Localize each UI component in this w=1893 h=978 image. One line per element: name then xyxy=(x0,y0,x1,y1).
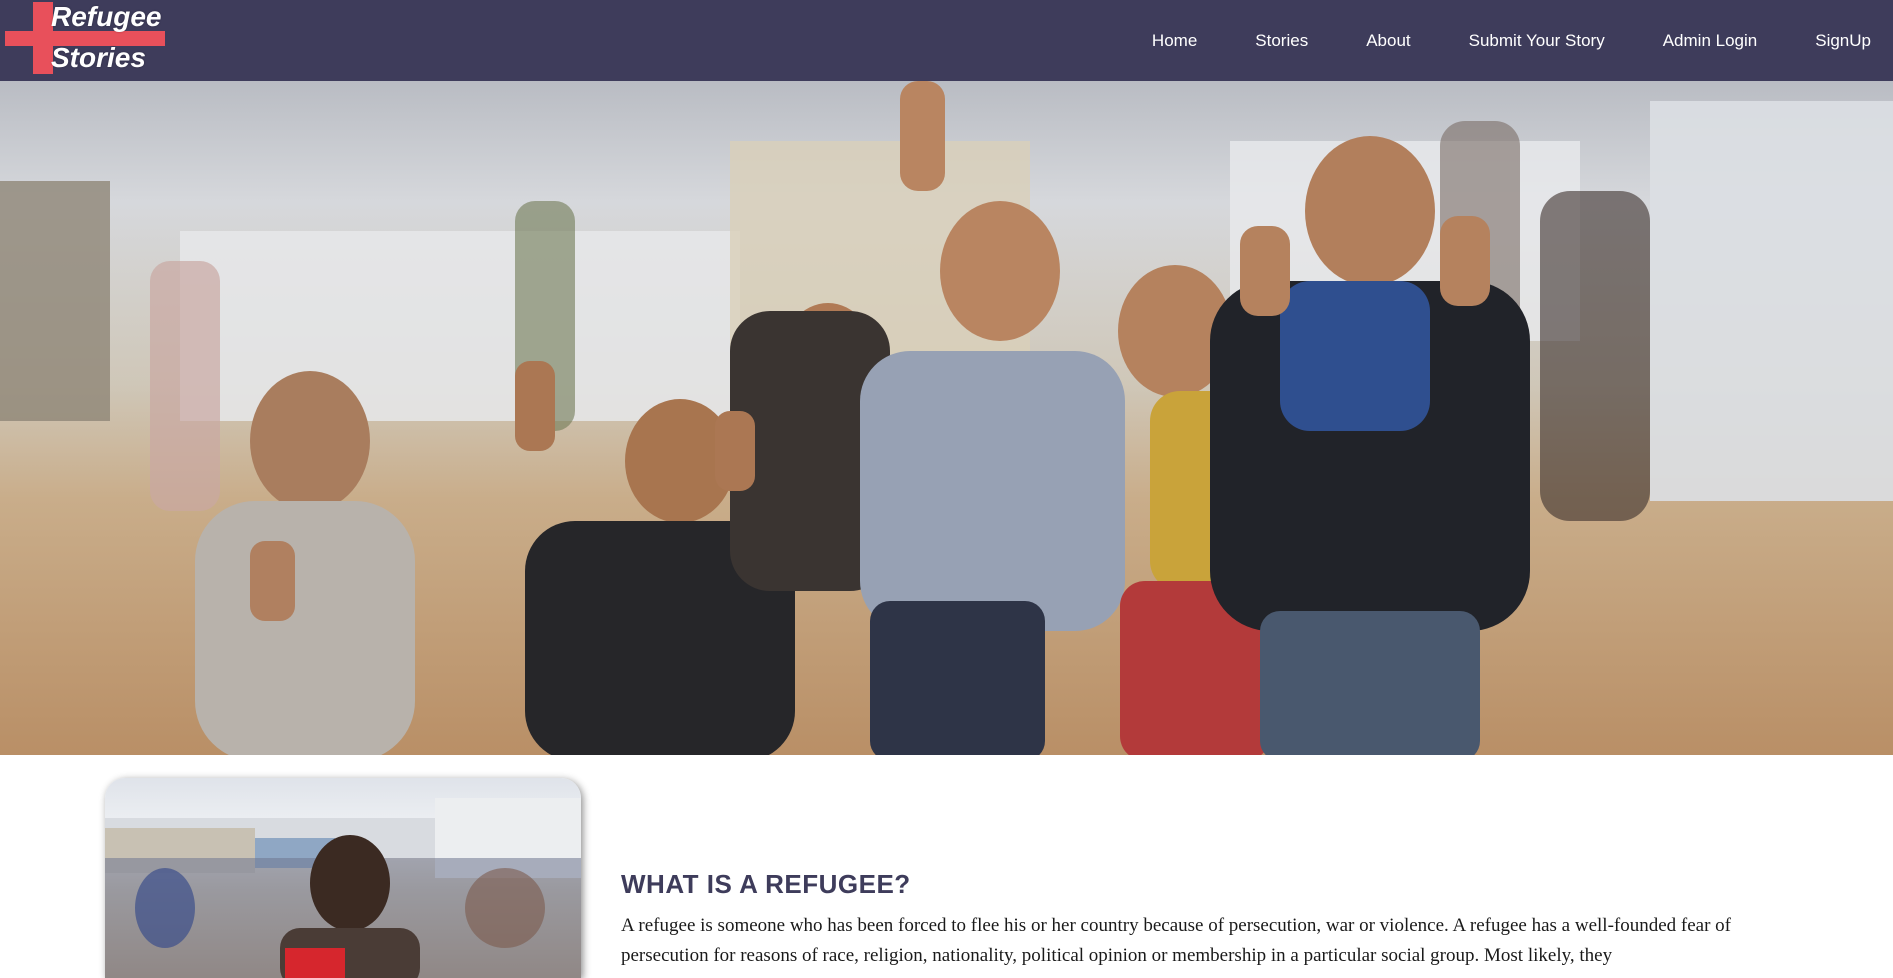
nav-link-about[interactable]: About xyxy=(1366,31,1410,51)
hero-banner-image xyxy=(0,81,1893,755)
child-photo-illustration xyxy=(105,798,581,978)
nav-link-home[interactable]: Home xyxy=(1152,31,1197,51)
about-section: WHAT IS A REFUGEE? A refugee is someone … xyxy=(0,755,1893,978)
section-heading: WHAT IS A REFUGEE? xyxy=(621,869,911,899)
logo-text-line2: Stories xyxy=(51,42,146,73)
main-nav: Home Stories About Submit Your Story Adm… xyxy=(1152,0,1893,81)
nav-link-stories[interactable]: Stories xyxy=(1255,31,1308,51)
site-logo[interactable]: Refugee Stories xyxy=(5,2,165,76)
top-navbar: Refugee Stories Home Stories About Submi… xyxy=(0,0,1893,81)
refugee-child-photo xyxy=(105,778,581,978)
logo-text-line1: Refugee xyxy=(51,1,162,32)
nav-link-submit-story[interactable]: Submit Your Story xyxy=(1469,31,1605,51)
nav-link-signup[interactable]: SignUp xyxy=(1815,31,1871,51)
nav-link-admin-login[interactable]: Admin Login xyxy=(1663,31,1758,51)
hero-photo-illustration xyxy=(0,81,1893,755)
section-paragraph: A refugee is someone who has been forced… xyxy=(621,915,1732,966)
